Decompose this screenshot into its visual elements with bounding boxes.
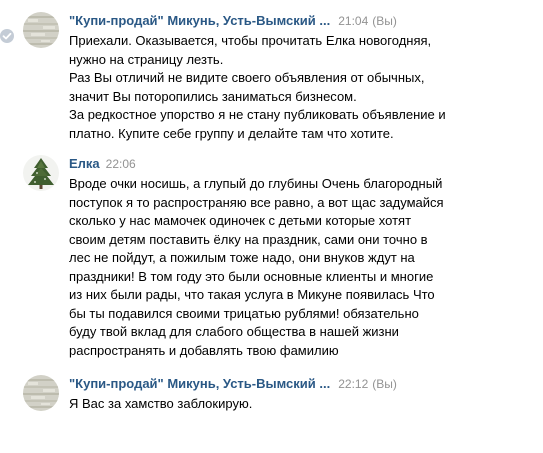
sent-status: (Вы) [372, 14, 397, 28]
message-time[interactable]: 22:12 [338, 377, 368, 391]
message-paragraph: Раз Вы отличий не видите своего объявлен… [69, 70, 425, 104]
message-header: Елка 22:06 [69, 156, 136, 172]
message-text: Я Вас за хамство заблокирую. [69, 395, 537, 414]
message-1: "Купи-продай" Микунь, Усть-Вымский ... 21… [0, 12, 543, 142]
group-avatar-icon[interactable] [23, 375, 59, 411]
message-text: Приехали. Оказывается, чтобы прочитать Е… [69, 32, 537, 143]
message-header: "Купи-продай" Микунь, Усть-Вымский ... 22… [69, 376, 397, 392]
message-time[interactable]: 22:06 [106, 157, 136, 171]
message-paragraph: За редкостное упорство я не стану публик… [69, 107, 446, 141]
message-3: "Купи-продай" Микунь, Усть-Вымский ... 22… [0, 375, 543, 420]
check-circle-icon [0, 29, 14, 43]
message-paragraph: Приехали. Оказывается, чтобы прочитать Е… [69, 33, 432, 67]
group-avatar-icon[interactable] [23, 12, 59, 48]
author-name[interactable]: "Купи-продай" Микунь, Усть-Вымский ... [69, 13, 330, 28]
christmas-tree-avatar-icon[interactable] [23, 155, 59, 191]
message-time[interactable]: 21:04 [338, 14, 368, 28]
message-2: Елка 22:06 Вроде очки носишь, а глупый до… [0, 155, 543, 358]
message-header: "Купи-продай" Микунь, Усть-Вымский ... 21… [69, 13, 397, 29]
message-paragraph: Вроде очки носишь, а глупый до глубины О… [69, 176, 444, 358]
message-text: Вроде очки носишь, а глупый до глубины О… [69, 175, 537, 360]
author-name[interactable]: Елка [69, 156, 100, 171]
author-name[interactable]: "Купи-продай" Микунь, Усть-Вымский ... [69, 376, 330, 391]
sent-status: (Вы) [372, 377, 397, 391]
message-paragraph: Я Вас за хамство заблокирую. [69, 396, 253, 411]
